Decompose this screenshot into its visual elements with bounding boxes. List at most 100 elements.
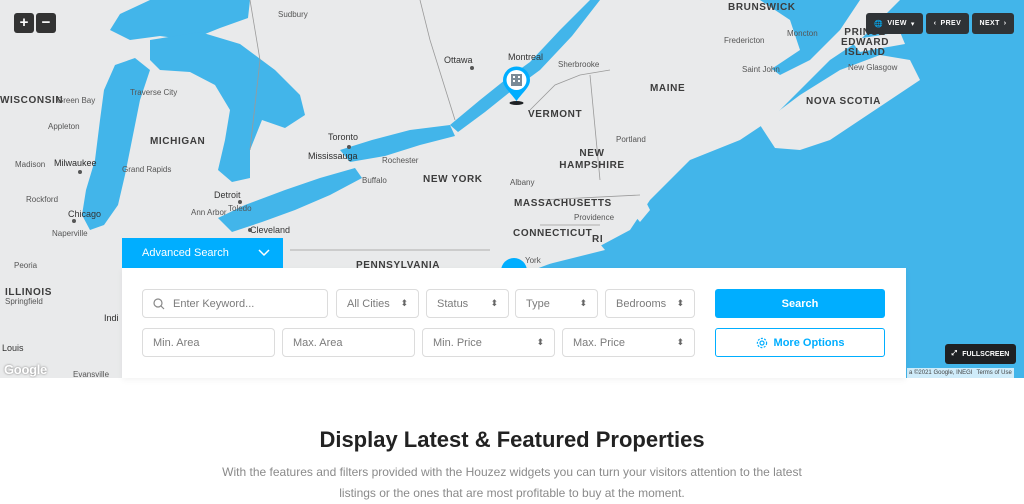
- map-label-nova-scotia: NOVA SCOTIA: [806, 96, 881, 107]
- keyword-input[interactable]: Enter Keyword...: [142, 289, 328, 318]
- map-label-new-hampshire: NEW HAMPSHIRE: [559, 148, 625, 171]
- map-label-green-bay: Green Bay: [57, 96, 96, 105]
- map-label-albany: Albany: [510, 178, 535, 187]
- min-area-input[interactable]: Min. Area: [142, 328, 275, 357]
- more-options-label: More Options: [773, 336, 845, 349]
- map-label-toledo: Toledo: [228, 204, 252, 213]
- advanced-search-label: Advanced Search: [142, 247, 229, 259]
- chevron-down-icon: [258, 249, 270, 257]
- city-dot-chicago: [72, 219, 76, 223]
- map-label-mississauga: Mississauga: [308, 151, 358, 161]
- status-select[interactable]: Status ⬍: [426, 289, 509, 318]
- map-label-chicago: Chicago: [68, 209, 102, 219]
- city-dot-milwaukee: [78, 170, 82, 174]
- select-arrows-icon: ⬍: [490, 298, 498, 308]
- status-select-value: Status: [437, 297, 469, 310]
- more-options-button[interactable]: More Options: [715, 328, 885, 357]
- map-label-new-york-state: NEW YORK: [423, 174, 483, 185]
- map-label-montreal: Montreal: [508, 52, 544, 62]
- max-price-select[interactable]: Max. Price ⬍: [562, 328, 695, 357]
- fullscreen-button[interactable]: ⤢ FULLSCREEN: [945, 344, 1016, 364]
- prev-label: PREV: [940, 20, 962, 27]
- city-dot-toronto: [347, 145, 351, 149]
- map-label-rockford: Rockford: [26, 195, 59, 204]
- bedrooms-select-value: Bedrooms: [616, 297, 667, 310]
- map-label-indianapolis: Indi: [104, 313, 119, 323]
- map-label-ottawa: Ottawa: [444, 55, 473, 65]
- map-label-michigan: MICHIGAN: [150, 136, 206, 147]
- select-arrows-icon: ⬍: [579, 298, 587, 308]
- map-label-sudbury: Sudbury: [278, 10, 308, 19]
- max-area-placeholder: Max. Area: [293, 336, 343, 349]
- map-label-sherbrooke: Sherbrooke: [558, 60, 600, 69]
- bedrooms-select[interactable]: Bedrooms ⬍: [605, 289, 695, 318]
- gear-icon: [756, 337, 767, 348]
- select-arrows-icon: ⬍: [536, 337, 544, 347]
- city-dot-ottawa: [470, 66, 474, 70]
- map-label-buffalo: Buffalo: [362, 176, 387, 185]
- map-label-appleton: Appleton: [48, 122, 80, 131]
- map-attribution: a ©2021 Google, INEGI Terms of Use: [907, 368, 1014, 378]
- city-dot-detroit: [238, 200, 242, 204]
- advanced-search-tab[interactable]: Advanced Search: [122, 238, 283, 268]
- map-label-maine: MAINE: [650, 83, 686, 94]
- max-area-input[interactable]: Max. Area: [282, 328, 415, 357]
- select-arrows-icon: ⬍: [676, 298, 684, 308]
- min-price-select[interactable]: Min. Price ⬍: [422, 328, 555, 357]
- globe-icon: 🌐: [874, 20, 884, 28]
- caret-down-icon: ▾: [910, 20, 915, 28]
- zoom-out-button[interactable]: −: [36, 13, 56, 33]
- terms-of-use-link[interactable]: Terms of Use: [976, 370, 1011, 376]
- min-area-placeholder: Min. Area: [153, 336, 200, 349]
- city-dot-cleveland: [248, 228, 252, 232]
- advanced-search-panel: Enter Keyword... All Cities ⬍ Status ⬍ T…: [122, 268, 906, 378]
- map-label-brunswick: BRUNSWICK: [728, 2, 796, 13]
- map-label-providence: Providence: [574, 213, 615, 222]
- map-label-ann-arbor: Ann Arbor: [191, 208, 227, 217]
- keyword-placeholder: Enter Keyword...: [173, 297, 255, 310]
- zoom-in-button[interactable]: +: [14, 13, 34, 33]
- google-logo: Google: [4, 362, 47, 377]
- map-label-grand-rapids: Grand Rapids: [122, 165, 172, 174]
- map-label-vermont: VERMONT: [528, 109, 583, 120]
- type-select[interactable]: Type ⬍: [515, 289, 598, 318]
- view-label: VIEW: [887, 20, 907, 27]
- section-description: With the features and filters provided w…: [222, 465, 802, 500]
- property-marker[interactable]: [500, 66, 533, 106]
- map-label-st-louis: Louis: [2, 343, 24, 353]
- chevron-right-icon: ›: [1003, 20, 1007, 27]
- map-label-new-glasgow: New Glasgow: [848, 63, 898, 72]
- map-label-peoria: Peoria: [14, 261, 38, 270]
- cities-select[interactable]: All Cities ⬍: [336, 289, 419, 318]
- map-label-connecticut: CONNECTICUT: [513, 228, 593, 239]
- view-dropdown[interactable]: 🌐 VIEW ▾: [866, 13, 923, 34]
- search-button[interactable]: Search: [715, 289, 885, 318]
- next-button[interactable]: NEXT ›: [972, 13, 1014, 34]
- map-label-evansville: Evansville: [73, 370, 110, 378]
- map-label-springfield: Springfield: [5, 297, 43, 306]
- map-label-traverse-city: Traverse City: [130, 88, 178, 97]
- map-label-portland: Portland: [616, 135, 646, 144]
- map-label-moncton: Moncton: [787, 29, 818, 38]
- expand-icon: ⤢: [951, 350, 958, 357]
- map-label-wisconsin: WISCONSIN: [0, 95, 64, 106]
- fullscreen-label: FULLSCREEN: [962, 350, 1010, 358]
- next-label: NEXT: [979, 20, 1000, 27]
- map-label-naperville: Naperville: [52, 229, 88, 238]
- map-label-rochester: Rochester: [382, 156, 419, 165]
- map-label-toronto: Toronto: [328, 132, 359, 142]
- min-price-value: Min. Price: [433, 336, 482, 349]
- map-label-milwaukee: Milwaukee: [54, 158, 97, 168]
- map-data-credit: a ©2021 Google, INEGI: [909, 370, 973, 376]
- map-label-cleveland: Cleveland: [250, 225, 291, 235]
- map-label-massachusetts: MASSACHUSETTS: [514, 198, 612, 209]
- map-label-fredericton: Fredericton: [724, 36, 765, 45]
- select-arrows-icon: ⬍: [676, 337, 684, 347]
- type-select-value: Type: [526, 297, 550, 310]
- select-arrows-icon: ⬍: [400, 298, 408, 308]
- prev-button[interactable]: ‹ PREV: [926, 13, 969, 34]
- map-label-detroit: Detroit: [214, 190, 241, 200]
- map-label-ri: RI: [592, 234, 604, 245]
- map-label-madison: Madison: [15, 160, 46, 169]
- search-icon: [153, 297, 165, 309]
